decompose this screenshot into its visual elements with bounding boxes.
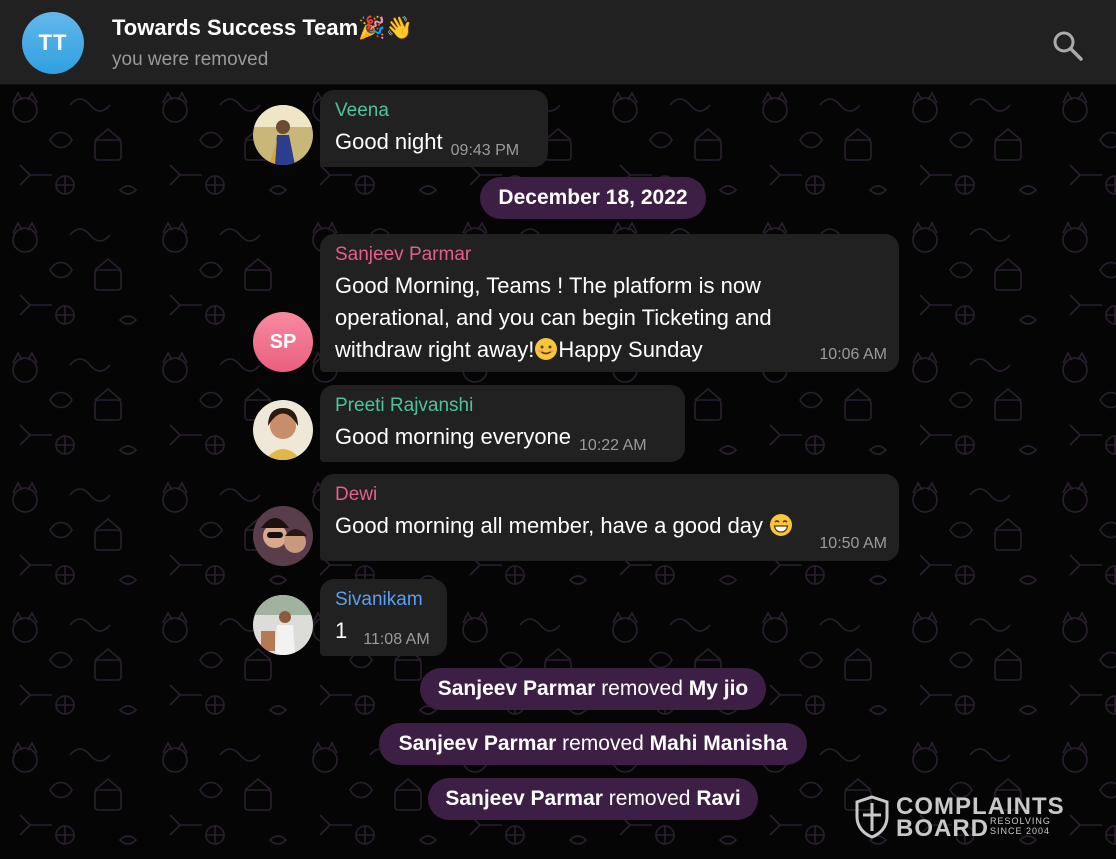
- watermark-line2: BOARD: [896, 815, 989, 842]
- chat-header: TT Towards Success Team🎉👋 you were remov…: [0, 0, 1116, 85]
- avatar-sivanikam[interactable]: [253, 595, 313, 655]
- avatar-sanjeev-parmar[interactable]: SP: [253, 312, 313, 372]
- message-bubble[interactable]: Veena Good night 09:43 PM: [320, 90, 548, 167]
- message-time: 10:06 AM: [819, 346, 887, 363]
- message-text: Good night: [335, 129, 443, 154]
- complaints-board-watermark: COMPLAINTS BOARD RESOLVING SINCE 2004: [854, 793, 1068, 842]
- message-text: Good Morning, Teams ! The platform is no…: [335, 273, 772, 362]
- group-status: you were removed: [112, 49, 269, 70]
- sender-name[interactable]: Sanjeev Parmar: [335, 244, 885, 266]
- message-text: Good morning all member, have a good day: [335, 510, 885, 542]
- message-bubble[interactable]: Sivanikam 1 11:08 AM: [320, 579, 447, 656]
- date-separator: December 18, 2022: [480, 177, 706, 219]
- smiling-face-emoji-icon: [535, 338, 558, 360]
- group-avatar[interactable]: TT: [22, 12, 84, 74]
- search-icon[interactable]: [1050, 28, 1084, 62]
- watermark-small-text: RESOLVING SINCE 2004: [990, 816, 1051, 836]
- sender-name[interactable]: Sivanikam: [335, 589, 433, 611]
- message-time: 11:08 AM: [363, 631, 430, 648]
- service-message: Sanjeev Parmar removed My jio: [420, 668, 766, 710]
- group-title[interactable]: Towards Success Team🎉👋: [112, 15, 413, 41]
- grinning-face-emoji-icon: [770, 514, 793, 536]
- service-message: Sanjeev Parmar removed Ravi: [428, 778, 758, 820]
- avatar-preeti-rajvanshi[interactable]: [253, 400, 313, 460]
- avatar-veena[interactable]: [253, 105, 313, 165]
- message-time: 10:50 AM: [819, 535, 887, 552]
- message-text: 1: [335, 618, 348, 643]
- chat-area[interactable]: Veena Good night 09:43 PM December 18, 20…: [0, 85, 1116, 859]
- message-text: Good morning everyone: [335, 424, 572, 449]
- sender-name[interactable]: Preeti Rajvanshi: [335, 395, 671, 417]
- avatar-dewi[interactable]: [253, 506, 313, 566]
- sender-name[interactable]: Veena: [335, 100, 534, 122]
- message-bubble[interactable]: Dewi Good morning all member, have a goo…: [320, 474, 899, 561]
- message-time: 09:43 PM: [450, 142, 520, 159]
- message-bubble[interactable]: Sanjeev Parmar Good Morning, Teams ! The…: [320, 234, 899, 372]
- shield-icon: [855, 795, 889, 839]
- message-time: 10:22 AM: [579, 437, 647, 454]
- message-bubble[interactable]: Preeti Rajvanshi Good morning everyone 10…: [320, 385, 685, 462]
- service-message: Sanjeev Parmar removed Mahi Manisha: [379, 723, 807, 765]
- sender-name[interactable]: Dewi: [335, 484, 885, 506]
